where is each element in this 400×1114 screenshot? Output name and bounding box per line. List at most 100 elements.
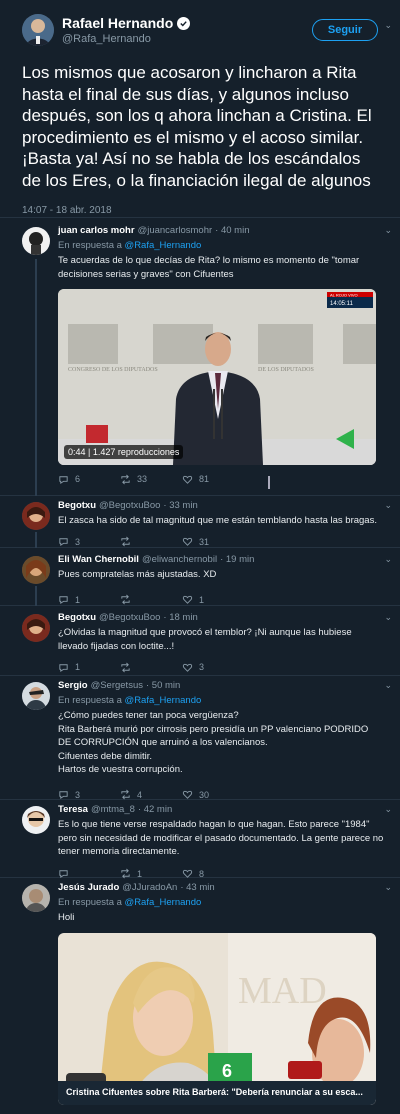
reply-header: Sergio @Sergetsus · 50 min: [58, 680, 384, 691]
like-button[interactable]: 30: [182, 789, 244, 800]
reply-button[interactable]: 3: [58, 536, 120, 547]
reply-time[interactable]: · 33 min: [163, 500, 197, 511]
like-icon: [182, 663, 193, 672]
chevron-down-icon[interactable]: ⌄: [384, 612, 392, 623]
author-name-row: Rafael Hernando: [62, 15, 312, 31]
like-button[interactable]: 1: [182, 594, 244, 605]
like-icon: [182, 595, 193, 604]
reply-tweet[interactable]: ⌄ Begotxu @BegotxuBoo · 18 min ¿Olvidas …: [0, 606, 400, 676]
reply-body: Begotxu @BegotxuBoo · 18 min ¿Olvidas la…: [58, 612, 384, 673]
chevron-down-icon[interactable]: ⌄: [384, 680, 392, 691]
reply-author[interactable]: Teresa: [58, 804, 88, 815]
retweet-button[interactable]: [120, 594, 182, 605]
like-button[interactable]: 81: [182, 474, 244, 485]
reply-author[interactable]: Jesús Jurado: [58, 882, 119, 893]
chevron-down-icon[interactable]: ⌄: [384, 500, 392, 511]
like-icon: [182, 475, 193, 484]
reply-handle[interactable]: @BegotxuBoo: [99, 500, 160, 511]
thread-line: [35, 532, 37, 548]
reply-text: Es lo que tiene verse respaldado hagan l…: [58, 819, 384, 857]
replying-to-link[interactable]: @Rafa_Hernando: [125, 240, 202, 251]
reply-header: Teresa @mtma_8 · 42 min: [58, 804, 384, 815]
reply-handle[interactable]: @BegotxuBoo: [99, 612, 160, 623]
link-card[interactable]: MAD 6 laSexta Cristina Cifuentes sobre R…: [58, 932, 376, 1105]
avatar[interactable]: [22, 227, 50, 255]
reply-time[interactable]: · 43 min: [180, 882, 214, 893]
like-icon: [182, 537, 193, 546]
reply-handle[interactable]: @JJuradoAn: [122, 882, 177, 893]
author-handle[interactable]: @Rafa_Hernando: [62, 33, 312, 45]
reply-tweet[interactable]: ⌄ Begotxu @BegotxuBoo · 33 min El zasca …: [0, 496, 400, 548]
retweet-icon: [121, 594, 130, 605]
retweet-button[interactable]: 33: [120, 474, 182, 485]
thread-line: [35, 259, 37, 496]
reply-handle[interactable]: @eliwanchernobil: [142, 554, 217, 565]
reply-button[interactable]: 1: [58, 662, 120, 673]
follow-button[interactable]: Seguir: [312, 19, 378, 41]
reply-text: El zasca ha sido de tal magnitud que me …: [58, 515, 377, 526]
video-duration: 0:44 | 1.427 reproducciones: [64, 445, 184, 459]
chevron-down-icon[interactable]: ⌄: [384, 554, 392, 565]
avatar[interactable]: [22, 884, 50, 912]
tweet-timestamp[interactable]: 14:07 - 18 abr. 2018: [22, 205, 112, 216]
reply-handle[interactable]: @Sergetsus: [91, 680, 143, 691]
reply-time[interactable]: · 42 min: [138, 804, 172, 815]
reply-time[interactable]: · 19 min: [220, 554, 254, 565]
reply-tweet[interactable]: ⌄ Jesús Jurado @JJuradoAn · 43 min En re…: [0, 878, 400, 1114]
cursor-icon: [268, 476, 270, 489]
reply-body: juan carlos mohr @juancarlosmohr · 40 mi…: [58, 225, 384, 485]
reply-author[interactable]: Eli Wan Chernobil: [58, 554, 139, 565]
reply-tweet[interactable]: ⌄ Sergio @Sergetsus · 50 min En respuest…: [0, 676, 400, 800]
like-button[interactable]: 31: [182, 536, 244, 547]
video-player[interactable]: CONGRESO DE LOS DIPUTADOS DE LOS DIPUTAD…: [58, 289, 376, 465]
card-title[interactable]: Cristina Cifuentes sobre Rita Barberá: "…: [58, 1080, 376, 1105]
reply-button[interactable]: 3: [58, 789, 120, 800]
reply-author[interactable]: Begotxu: [58, 612, 96, 623]
retweet-button[interactable]: [120, 662, 182, 673]
reply-handle[interactable]: @juancarlosmohr: [138, 225, 213, 236]
reply-header: Eli Wan Chernobil @eliwanchernobil · 19 …: [58, 554, 384, 565]
verified-icon: [177, 16, 191, 30]
reply-time[interactable]: · 18 min: [163, 612, 197, 623]
retweet-icon: [121, 536, 130, 547]
replying-to-link[interactable]: @Rafa_Hernando: [125, 897, 202, 908]
reply-text: ¿Olvidas la magnitud que provocó el temb…: [58, 627, 352, 652]
reply-button[interactable]: 6: [58, 474, 120, 485]
reply-tweet[interactable]: ⌄ Eli Wan Chernobil @eliwanchernobil · 1…: [0, 548, 400, 606]
svg-text:CONGRESO DE LOS DIPUTADOS: CONGRESO DE LOS DIPUTADOS: [68, 367, 158, 373]
reply-tweet[interactable]: ⌄ juan carlos mohr @juancarlosmohr · 40 …: [0, 219, 400, 496]
like-button[interactable]: 3: [182, 662, 244, 673]
reply-time[interactable]: · 40 min: [215, 225, 249, 236]
avatar[interactable]: [22, 502, 50, 530]
author-name[interactable]: Rafael Hernando: [62, 15, 173, 31]
reply-tweet[interactable]: ⌄ Teresa @mtma_8 · 42 min Es lo que tien…: [0, 800, 400, 879]
avatar[interactable]: [22, 14, 54, 46]
main-tweet: Rafael Hernando @Rafa_Hernando Seguir ⌄ …: [0, 0, 400, 218]
chevron-down-icon[interactable]: ⌄: [384, 225, 392, 236]
card-image: MAD 6 laSexta: [58, 932, 376, 1105]
video-channel-tag: AL ROJO VIVO: [330, 293, 358, 298]
reply-author[interactable]: Begotxu: [58, 500, 96, 511]
reply-header: Begotxu @BegotxuBoo · 18 min: [58, 612, 384, 623]
tweet-text: Los mismos que acosaron y lincharon a Ri…: [22, 63, 372, 190]
avatar[interactable]: [22, 556, 50, 584]
retweet-button[interactable]: 4: [120, 789, 182, 800]
reply-actions: 1 1: [58, 594, 384, 606]
reply-icon: [59, 475, 68, 484]
reply-text: Te acuerdas de lo que decías de Rita? lo…: [58, 255, 360, 280]
replying-to-link[interactable]: @Rafa_Hernando: [125, 695, 202, 706]
retweet-button[interactable]: [120, 536, 182, 547]
reply-button[interactable]: 1: [58, 594, 120, 605]
reply-time[interactable]: · 50 min: [146, 680, 180, 691]
avatar[interactable]: [22, 682, 50, 710]
chevron-down-icon[interactable]: ⌄: [384, 20, 392, 31]
replying-to: En respuesta a @Rafa_Hernando: [58, 240, 202, 251]
reply-handle[interactable]: @mtma_8: [91, 804, 135, 815]
avatar[interactable]: [22, 806, 50, 834]
chevron-down-icon[interactable]: ⌄: [384, 882, 392, 893]
reply-author[interactable]: Sergio: [58, 680, 88, 691]
avatar[interactable]: [22, 614, 50, 642]
svg-text:MAD: MAD: [238, 970, 327, 1012]
chevron-down-icon[interactable]: ⌄: [384, 804, 392, 815]
reply-author[interactable]: juan carlos mohr: [58, 225, 135, 236]
